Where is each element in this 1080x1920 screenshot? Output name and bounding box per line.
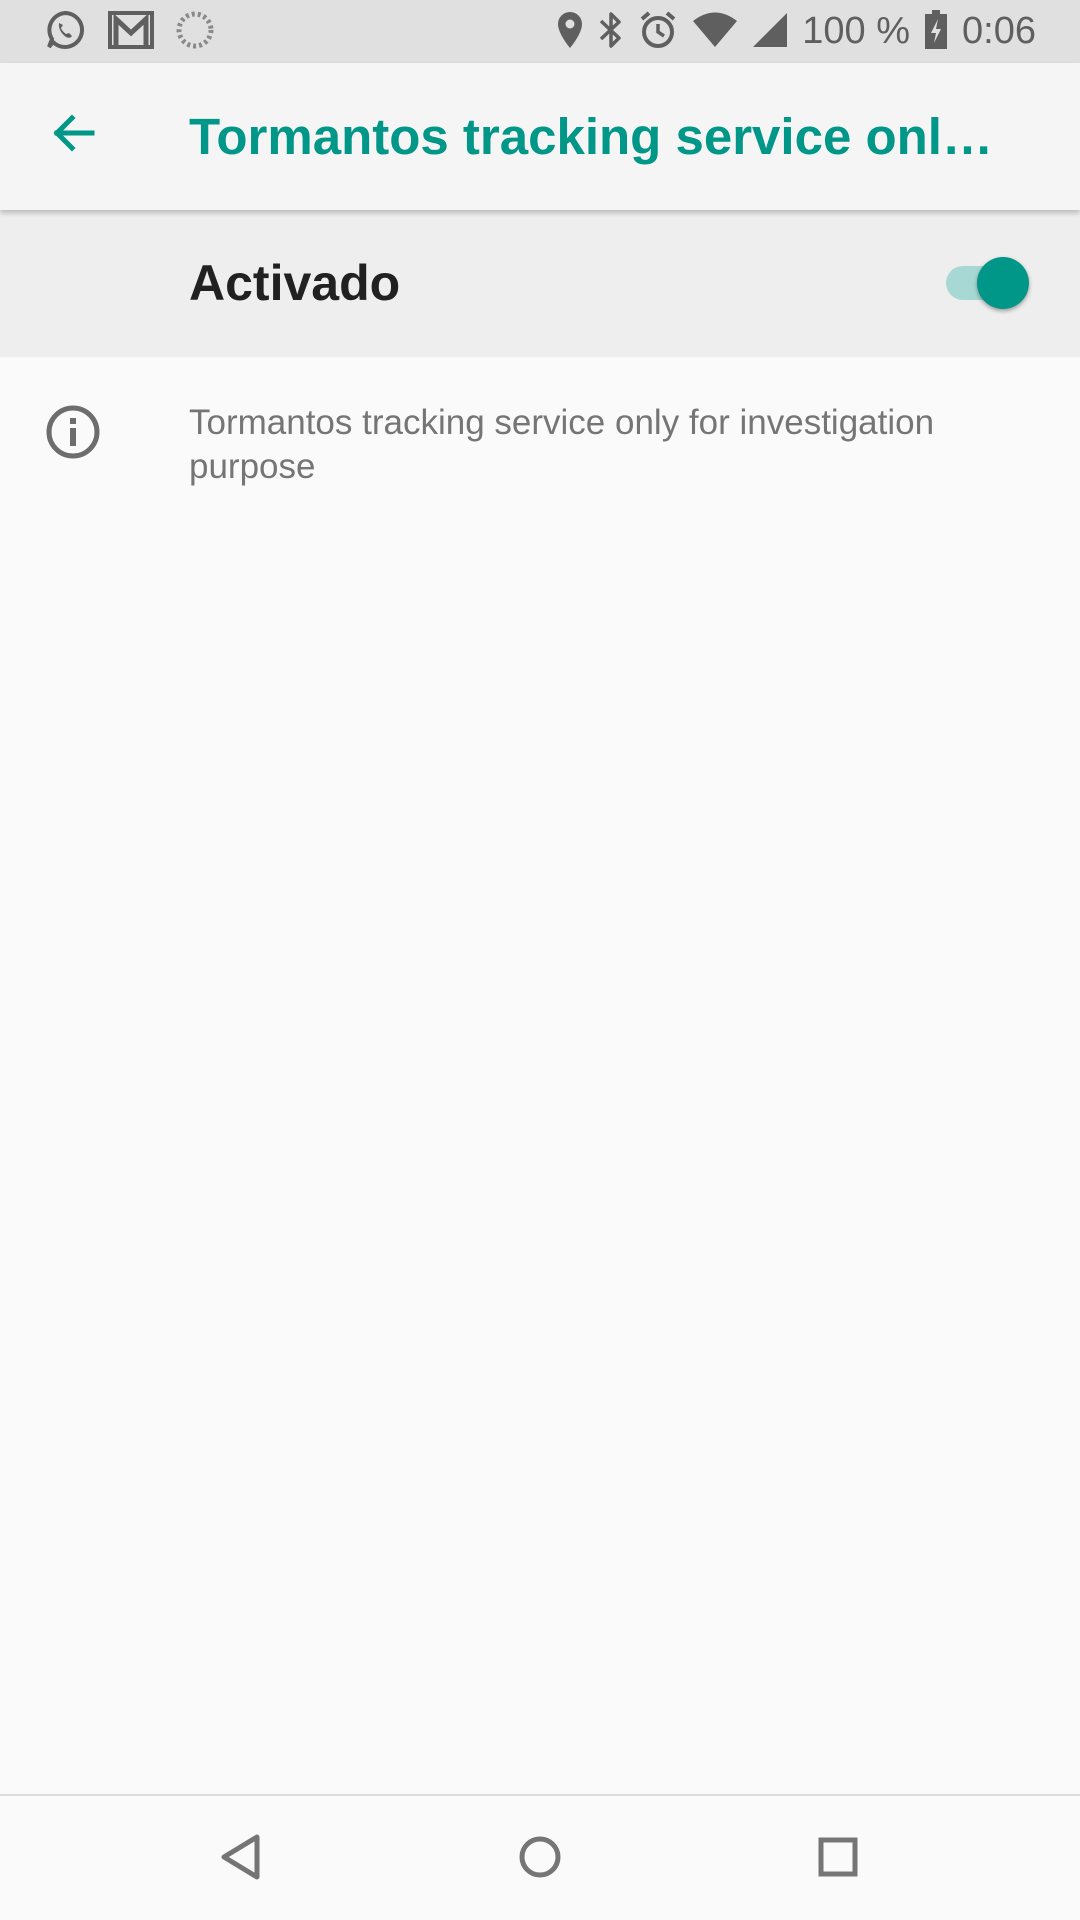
system-icons: 100 % 0:06 [556,0,1036,63]
location-icon [556,10,584,54]
info-description: Tormantos tracking service only for inve… [189,403,935,486]
battery-percent: 100 % [802,10,911,52]
master-switch-row[interactable]: Activado [0,210,1080,357]
bluetooth-icon [598,10,624,54]
whatsapp-icon [44,9,86,55]
alarm-icon [638,10,678,54]
sync-icon [176,11,214,53]
info-row: Tormantos tracking service only for inve… [0,357,1080,507]
back-button[interactable] [38,99,110,171]
switch-label: Activado [189,255,401,311]
nav-home-button[interactable] [500,1819,580,1899]
info-icon [44,403,102,461]
home-circle-icon [517,1834,563,1884]
back-triangle-icon [219,1833,263,1885]
switch-thumb [977,257,1029,309]
toggle-switch[interactable] [944,257,1030,309]
navigation-bar [0,1794,1080,1920]
status-bar: 100 % 0:06 [0,0,1080,63]
app-bar: Tormantos tracking service only for inve… [0,63,1080,210]
cellular-signal-icon [752,12,788,52]
nav-recents-button[interactable] [798,1819,878,1899]
battery-charging-icon [924,9,948,54]
notification-icons [44,0,214,63]
nav-back-button[interactable] [201,1819,281,1899]
arrow-back-icon [50,109,98,161]
recents-square-icon [817,1836,859,1882]
gmail-icon [108,10,154,53]
page-title: Tormantos tracking service only for inve… [189,108,1019,165]
clock: 0:06 [962,10,1036,52]
wifi-icon [692,12,738,52]
